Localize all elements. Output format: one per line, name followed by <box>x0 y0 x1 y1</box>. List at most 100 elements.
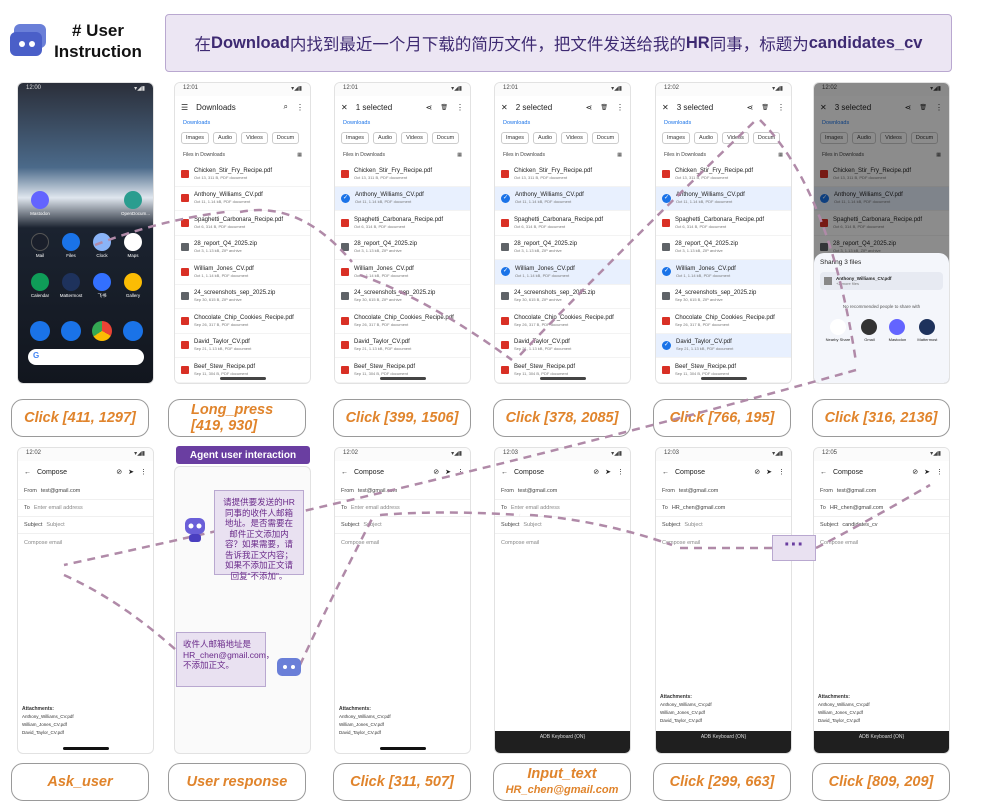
file-row[interactable]: Chicken_Stir_Fry_Recipe.pdf Oct 13, 311 B… <box>656 162 791 187</box>
share-icon[interactable]: ⋖ <box>426 103 433 112</box>
more-icon[interactable]: ⋮ <box>616 103 624 112</box>
file-row[interactable]: ✓ Anthony_Williams_CV.pdf Oct 11, 1.14 kB,… <box>495 186 630 211</box>
file-row[interactable]: 28_report_Q4_2025.zip Oct 3, 1.13 kB, ZIP… <box>335 236 470 260</box>
app-messages[interactable] <box>59 321 83 343</box>
file-row[interactable]: 28_report_Q4_2025.zip Oct 3, 1.13 kB, ZIP… <box>656 236 791 260</box>
filter-chip[interactable]: Videos <box>722 132 749 144</box>
file-row[interactable]: Spaghetti_Carbonara_Recipe.pdf Oct 6, 314… <box>656 211 791 236</box>
app-clock[interactable]: Clock <box>90 233 114 258</box>
file-row[interactable]: David_Taylor_CV.pdf Sep 21, 1.13 kB, PDF … <box>495 334 630 358</box>
filter-chip[interactable]: Images <box>341 132 370 144</box>
filter-chip[interactable]: Audio <box>533 132 558 144</box>
share-mastodon[interactable]: Mastodon <box>889 319 906 342</box>
app-settings[interactable] <box>121 321 145 343</box>
send-icon[interactable]: ➤ <box>128 468 134 476</box>
close-icon[interactable]: ✕ <box>662 103 669 112</box>
filter-chip[interactable]: Audio <box>213 132 238 144</box>
app-maps[interactable]: Maps <box>121 233 145 258</box>
send-icon[interactable]: ➤ <box>766 468 772 476</box>
share-nearby[interactable]: Nearby Share <box>826 319 850 342</box>
to-field[interactable]: To Enter email address <box>18 500 153 517</box>
file-row[interactable]: Chocolate_Chip_Cookies_Recipe.pdfSep 26,… <box>495 309 630 334</box>
attach-icon[interactable]: ⊘ <box>433 468 439 476</box>
from-field[interactable]: From test@gmail.com <box>495 483 630 500</box>
filter-chip[interactable]: Docum <box>752 132 781 144</box>
file-row[interactable]: Chicken_Stir_Fry_Recipe.pdf Oct 13, 311 B… <box>335 162 470 187</box>
filter-chip[interactable]: Docum <box>591 132 620 144</box>
delete-icon[interactable]: 🗑 <box>600 104 608 111</box>
file-row[interactable]: 24_screenshots_sep_2025.zipSep 30, 615 B… <box>656 285 791 309</box>
delete-icon[interactable]: 🗑 <box>761 104 769 111</box>
file-row[interactable]: Anthony_Williams_CV.pdf Oct 11, 1.14 kB, … <box>175 187 310 211</box>
app-gallery[interactable]: Gallery <box>121 273 145 298</box>
app-mail[interactable]: Mail <box>28 233 52 258</box>
from-field[interactable]: From test@gmail.com <box>335 483 470 500</box>
subject-field[interactable]: Subject Subject <box>495 517 630 534</box>
more-icon[interactable]: ⋮ <box>456 103 464 112</box>
file-row[interactable]: 24_screenshots_sep_2025.zipSep 30, 615 B… <box>335 285 470 309</box>
file-row[interactable]: 28_report_Q4_2025.zip Oct 3, 1.13 kB, ZIP… <box>495 236 630 260</box>
file-row[interactable]: Chocolate_Chip_Cookies_Recipe.pdfSep 26,… <box>335 309 470 334</box>
downloads-link[interactable]: Downloads <box>495 118 630 128</box>
more-icon[interactable]: ⋮ <box>778 468 785 476</box>
more-icon[interactable]: ⋮ <box>457 468 464 476</box>
filter-chip[interactable]: Images <box>181 132 210 144</box>
grid-view-icon[interactable]: ▦ <box>457 152 462 158</box>
back-arrow-icon[interactable]: ← <box>24 469 31 476</box>
send-icon[interactable]: ➤ <box>924 468 930 476</box>
subject-field[interactable]: Subject Subject <box>656 517 791 534</box>
filter-chip[interactable]: Audio <box>694 132 719 144</box>
app-mastodon[interactable]: Mastodon <box>28 191 52 216</box>
downloads-link[interactable]: Downloads <box>656 118 791 128</box>
grid-view-icon[interactable]: ▦ <box>617 152 622 158</box>
menu-icon[interactable]: ☰ <box>181 103 188 112</box>
send-icon[interactable]: ➤ <box>445 468 451 476</box>
file-row[interactable]: David_Taylor_CV.pdf Sep 21, 1.13 kB, PDF … <box>335 334 470 358</box>
filter-chip[interactable]: Docum <box>271 132 300 144</box>
file-row[interactable]: Chocolate_Chip_Cookies_Recipe.pdfSep 26,… <box>175 309 310 334</box>
share-mattermost[interactable]: Mattermost <box>917 319 937 342</box>
file-row[interactable]: 24_screenshots_sep_2025.zipSep 30, 615 B… <box>175 285 310 309</box>
file-row[interactable]: ✓ William_Jones_CV.pdfOct 1, 1.14 kB, PDF… <box>495 260 630 285</box>
body-field[interactable]: Compose email <box>814 534 949 551</box>
subject-field[interactable]: Subject Subject <box>18 517 153 534</box>
filter-chip[interactable]: Images <box>662 132 691 144</box>
send-icon[interactable]: ➤ <box>605 468 611 476</box>
more-icon[interactable]: ⋮ <box>617 468 624 476</box>
app-feishu[interactable]: 飞书 <box>90 273 114 299</box>
app-opendocument[interactable]: OpenDocum... <box>121 191 150 216</box>
file-row[interactable]: Chocolate_Chip_Cookies_Recipe.pdfSep 26,… <box>656 309 791 334</box>
file-row[interactable]: Chicken_Stir_Fry_Recipe.pdf Oct 13, 311 B… <box>495 162 630 187</box>
back-arrow-icon[interactable]: ← <box>820 469 827 476</box>
attach-icon[interactable]: ⊘ <box>912 468 918 476</box>
file-row[interactable]: 24_screenshots_sep_2025.zipSep 30, 615 B… <box>495 285 630 309</box>
file-row[interactable]: ✓ William_Jones_CV.pdfOct 1, 1.14 kB, PDF… <box>656 260 791 285</box>
file-row[interactable]: William_Jones_CV.pdf Oct 1, 1.14 kB, PDF … <box>335 260 470 285</box>
filter-chip[interactable]: Audio <box>373 132 398 144</box>
delete-icon[interactable]: 🗑 <box>440 104 448 111</box>
search-icon[interactable]: ⌕ <box>284 102 288 112</box>
back-arrow-icon[interactable]: ← <box>501 469 508 476</box>
to-field[interactable]: To Enter email address <box>335 500 470 517</box>
more-icon[interactable]: ⋮ <box>296 103 304 112</box>
file-row[interactable]: 28_report_Q4_2025.zip Oct 3, 1.13 kB, ZIP… <box>175 236 310 260</box>
filter-chip[interactable]: Docum <box>431 132 460 144</box>
more-icon[interactable]: ⋮ <box>777 103 785 112</box>
filter-chip[interactable]: Videos <box>241 132 268 144</box>
google-search-bar[interactable]: G <box>28 349 144 365</box>
attach-icon[interactable]: ⊘ <box>754 468 760 476</box>
body-field[interactable]: Compose email <box>335 534 470 551</box>
subject-field[interactable]: Subject candidates_cv <box>814 517 949 534</box>
file-row[interactable]: Spaghetti_Carbonara_Recipe.pdf Oct 6, 314… <box>335 211 470 236</box>
close-icon[interactable]: ✕ <box>501 103 508 112</box>
back-arrow-icon[interactable]: ← <box>662 469 669 476</box>
to-field[interactable]: To HR_chen@gmail.com <box>656 500 791 517</box>
share-icon[interactable]: ⋖ <box>586 103 593 112</box>
share-icon[interactable]: ⋖ <box>747 103 754 112</box>
close-icon[interactable]: ✕ <box>341 103 348 112</box>
filter-chip[interactable]: Videos <box>401 132 428 144</box>
from-field[interactable]: From test@gmail.com <box>656 483 791 500</box>
app-chrome[interactable] <box>90 321 114 343</box>
grid-view-icon[interactable]: ▦ <box>778 152 783 158</box>
attach-icon[interactable]: ⊘ <box>116 468 122 476</box>
